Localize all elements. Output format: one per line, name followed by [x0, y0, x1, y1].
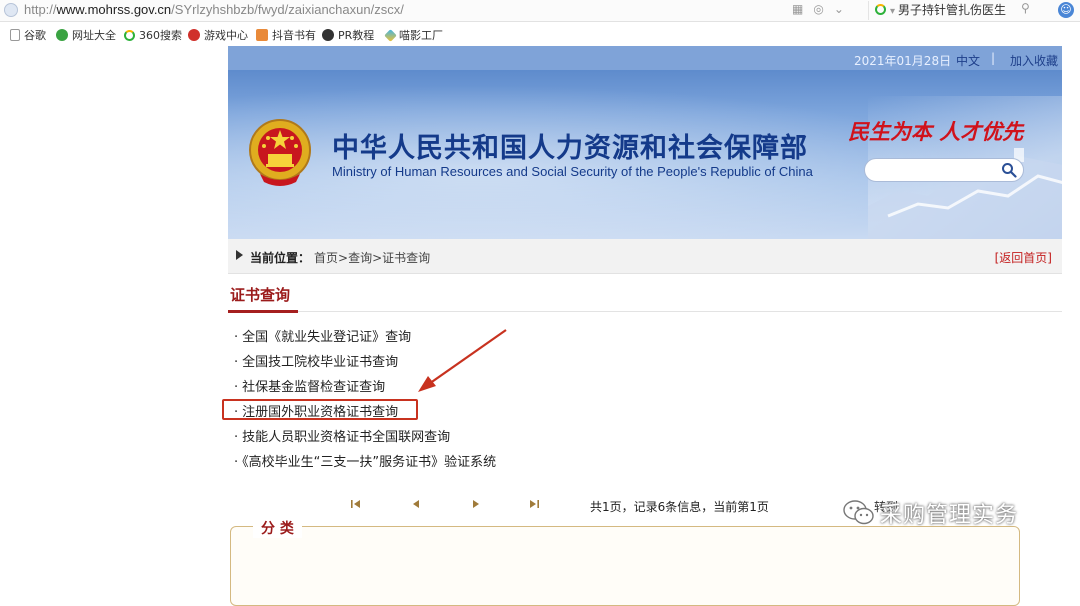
category-title: 分 类 — [253, 518, 302, 538]
breadcrumb-query[interactable]: 查询 — [348, 251, 372, 265]
annotation-arrow-icon — [418, 329, 507, 392]
breadcrumb-path: 首页>查询>证书查询 — [314, 249, 430, 266]
breadcrumb-separator: > — [372, 251, 383, 265]
breadcrumb-label: 当前位置： — [250, 251, 311, 265]
section-divider — [228, 311, 1062, 312]
bookmark-item[interactable]: 喵影工厂 — [384, 27, 443, 43]
back-home-link[interactable]: [返回首页] — [995, 249, 1052, 266]
slogan: 民生为本 人才优先 — [848, 119, 1024, 144]
globe-icon — [56, 29, 68, 41]
breadcrumb: 当前位置： 首页>查询>证书查询 [返回首页] — [228, 239, 1062, 274]
site-page: 2021年01月28日 中文 | 加入收藏 中华人民共和国人力资源和社会保障部 … — [222, 46, 1062, 606]
link-sanzhiyifu-certificate[interactable]: 《高校毕业生“三支一扶”服务证书》验证系统 — [234, 451, 496, 476]
section-title: 证书查询 — [230, 286, 291, 304]
ministry-title-cn: 中华人民共和国人力资源和社会保障部 — [332, 133, 808, 164]
search-icon[interactable] — [1001, 162, 1017, 178]
site-security-icon — [4, 3, 18, 17]
qr-code-icon[interactable]: ▦ — [792, 2, 803, 16]
bookmark-item[interactable]: 360搜索 — [124, 27, 182, 43]
address-tools: ▦ ◎ ⌄ — [792, 2, 854, 16]
browser-search-box[interactable]: ▾ 男子持针管扎伤医生 ⚲ — [868, 1, 1044, 20]
breadcrumb-current[interactable]: 证书查询 — [382, 251, 430, 265]
bookmark-item[interactable]: 谷歌 — [10, 27, 46, 43]
bookmark-item[interactable]: 网址大全 — [56, 27, 116, 43]
last-page-icon[interactable] — [528, 498, 540, 510]
add-favorite-link[interactable]: 加入收藏 — [1010, 52, 1058, 69]
search-query[interactable]: 男子持针管扎伤医生 — [898, 3, 1006, 17]
prev-page-icon[interactable] — [410, 498, 422, 510]
watermark: 采购管理实务 — [842, 498, 1018, 528]
date-text: 2021年01月28日 — [854, 54, 952, 68]
bookmark-item[interactable]: 抖音书有 — [256, 27, 316, 43]
search-dropdown-icon[interactable]: ▾ — [890, 6, 895, 17]
book-icon — [256, 29, 268, 41]
national-emblem-icon — [249, 119, 311, 186]
bookmarks-bar: 谷歌 网址大全 360搜索 游戏中心 抖音书有 PR教程 喵影工厂 — [0, 22, 1080, 46]
search-icon[interactable]: ⚲ — [1021, 1, 1030, 15]
bookmark-item[interactable]: PR教程 — [322, 27, 374, 43]
highlight-box — [222, 399, 418, 420]
cat-icon — [384, 28, 397, 42]
dropdown-chevron-icon[interactable]: ⌄ — [834, 2, 844, 16]
compat-mode-icon[interactable]: ◎ — [813, 2, 823, 16]
breadcrumb-home[interactable]: 首页 — [314, 251, 338, 265]
header-banner: 2021年01月28日 中文 | 加入收藏 中华人民共和国人力资源和社会保障部 … — [228, 46, 1062, 239]
user-avatar-icon[interactable]: ☺ — [1058, 2, 1074, 18]
first-page-icon[interactable] — [350, 498, 362, 510]
ministry-title-en: Ministry of Human Resources and Social S… — [332, 164, 813, 179]
page-icon — [10, 29, 20, 41]
language-link[interactable]: 中文 — [956, 52, 980, 69]
triangle-right-icon — [236, 250, 243, 260]
breadcrumb-separator: > — [338, 251, 349, 265]
site-search — [864, 158, 1024, 182]
pr-icon — [322, 29, 334, 41]
bookmark-item[interactable]: 游戏中心 — [188, 27, 248, 43]
next-page-icon[interactable] — [470, 498, 482, 510]
wechat-icon — [843, 500, 874, 525]
category-panel: 分 类 — [230, 518, 1020, 606]
360-search-icon — [124, 29, 135, 41]
game-icon — [188, 29, 200, 41]
360-logo-icon — [875, 4, 886, 15]
section-underline — [228, 310, 298, 313]
page-info: 共1页，记录6条信息，当前第1页 — [590, 500, 769, 514]
address-bar[interactable]: http://www.mohrss.gov.cn/SYrlzyhshbzb/fw… — [0, 0, 1080, 22]
watermark-text: 采购管理实务 — [880, 503, 1019, 528]
divider: | — [991, 51, 996, 65]
site-search-input[interactable] — [875, 162, 999, 178]
link-skill-qualification-certificate[interactable]: 技能人员职业资格证书全国联网查询 — [234, 426, 496, 451]
url-text[interactable]: http://www.mohrss.gov.cn/SYrlzyhshbzb/fw… — [24, 2, 404, 17]
